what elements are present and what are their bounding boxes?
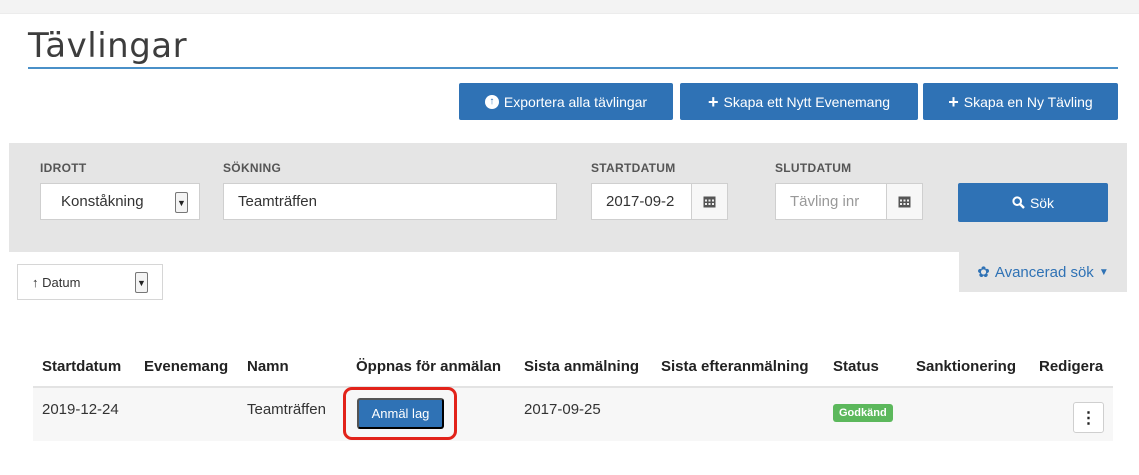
sport-select-value: Konståkning xyxy=(61,193,144,210)
status-badge: Godkänd xyxy=(833,404,893,422)
highlight-annotation xyxy=(343,387,457,440)
sort-select-value: ↑ Datum xyxy=(32,274,81,290)
upload-circle-icon: ↑ xyxy=(484,94,499,109)
search-icon xyxy=(1012,196,1025,209)
column-header: Sanktionering xyxy=(916,358,1017,375)
cell-namn: Teamträffen xyxy=(247,401,326,418)
edit-menu-button[interactable]: ⋮ xyxy=(1073,402,1104,433)
sport-select[interactable]: Konståkning ▼ xyxy=(40,183,200,220)
export-all-button[interactable]: ↑ Exportera alla tävlingar xyxy=(459,83,673,120)
cell-startdatum: 2019-12-24 xyxy=(42,401,119,418)
cell-sista-anmalning: 2017-09-25 xyxy=(524,401,601,418)
create-competition-button[interactable]: + Skapa en Ny Tävling xyxy=(923,83,1118,120)
sort-select[interactable]: ↑ Datum ▼ xyxy=(17,264,163,300)
column-header: Evenemang xyxy=(144,358,229,375)
search-input-value: Teamträffen xyxy=(238,193,317,210)
create-competition-label: Skapa en Ny Tävling xyxy=(963,93,1093,110)
calendar-icon[interactable] xyxy=(691,184,727,219)
calendar-icon[interactable] xyxy=(886,184,922,219)
chevron-down-icon: ▼ xyxy=(135,272,148,293)
gear-icon: ✿ xyxy=(977,264,990,281)
start-date-value: 2017-09-2 xyxy=(606,193,675,210)
filter-panel: IDROTT Konståkning ▼ SÖKNING Teamträffen… xyxy=(9,143,1127,252)
kebab-menu-icon: ⋮ xyxy=(1080,409,1097,427)
page-title: Tävlingar xyxy=(28,26,188,66)
top-bar xyxy=(0,0,1139,14)
title-divider xyxy=(28,67,1118,69)
start-date-label: STARTDATUM xyxy=(591,161,676,175)
column-header: Namn xyxy=(247,358,289,375)
advanced-search-label: Avancerad sök xyxy=(994,263,1094,281)
column-header: Status xyxy=(833,358,879,375)
column-header: Redigera xyxy=(1039,358,1104,375)
chevron-down-icon: ▼ xyxy=(175,192,188,213)
caret-down-icon: ▼ xyxy=(1098,266,1109,278)
create-event-button[interactable]: + Skapa ett Nytt Evenemang xyxy=(680,83,918,120)
column-header: Öppnas för anmälan xyxy=(356,358,502,375)
end-date-input[interactable]: Tävling inr xyxy=(775,183,923,220)
search-button[interactable]: Sök xyxy=(958,183,1108,222)
end-date-placeholder: Tävling inr xyxy=(790,193,860,210)
column-header: Sista anmälning xyxy=(524,358,640,375)
advanced-search-toggle[interactable]: ✿ Avancerad sök ▼ xyxy=(959,252,1127,292)
end-date-label: SLUTDATUM xyxy=(775,161,852,175)
column-header: Sista efteranmälning xyxy=(661,358,809,375)
plus-icon: + xyxy=(948,91,959,112)
sport-label: IDROTT xyxy=(40,161,87,175)
column-header: Startdatum xyxy=(42,358,122,375)
create-event-label: Skapa ett Nytt Evenemang xyxy=(723,93,891,110)
plus-icon: + xyxy=(707,91,719,112)
search-button-label: Sök xyxy=(1029,194,1055,211)
start-date-input[interactable]: 2017-09-2 xyxy=(591,183,728,220)
export-all-label: Exportera alla tävlingar xyxy=(503,93,648,110)
search-input[interactable]: Teamträffen xyxy=(223,183,557,220)
search-label: SÖKNING xyxy=(223,161,282,175)
